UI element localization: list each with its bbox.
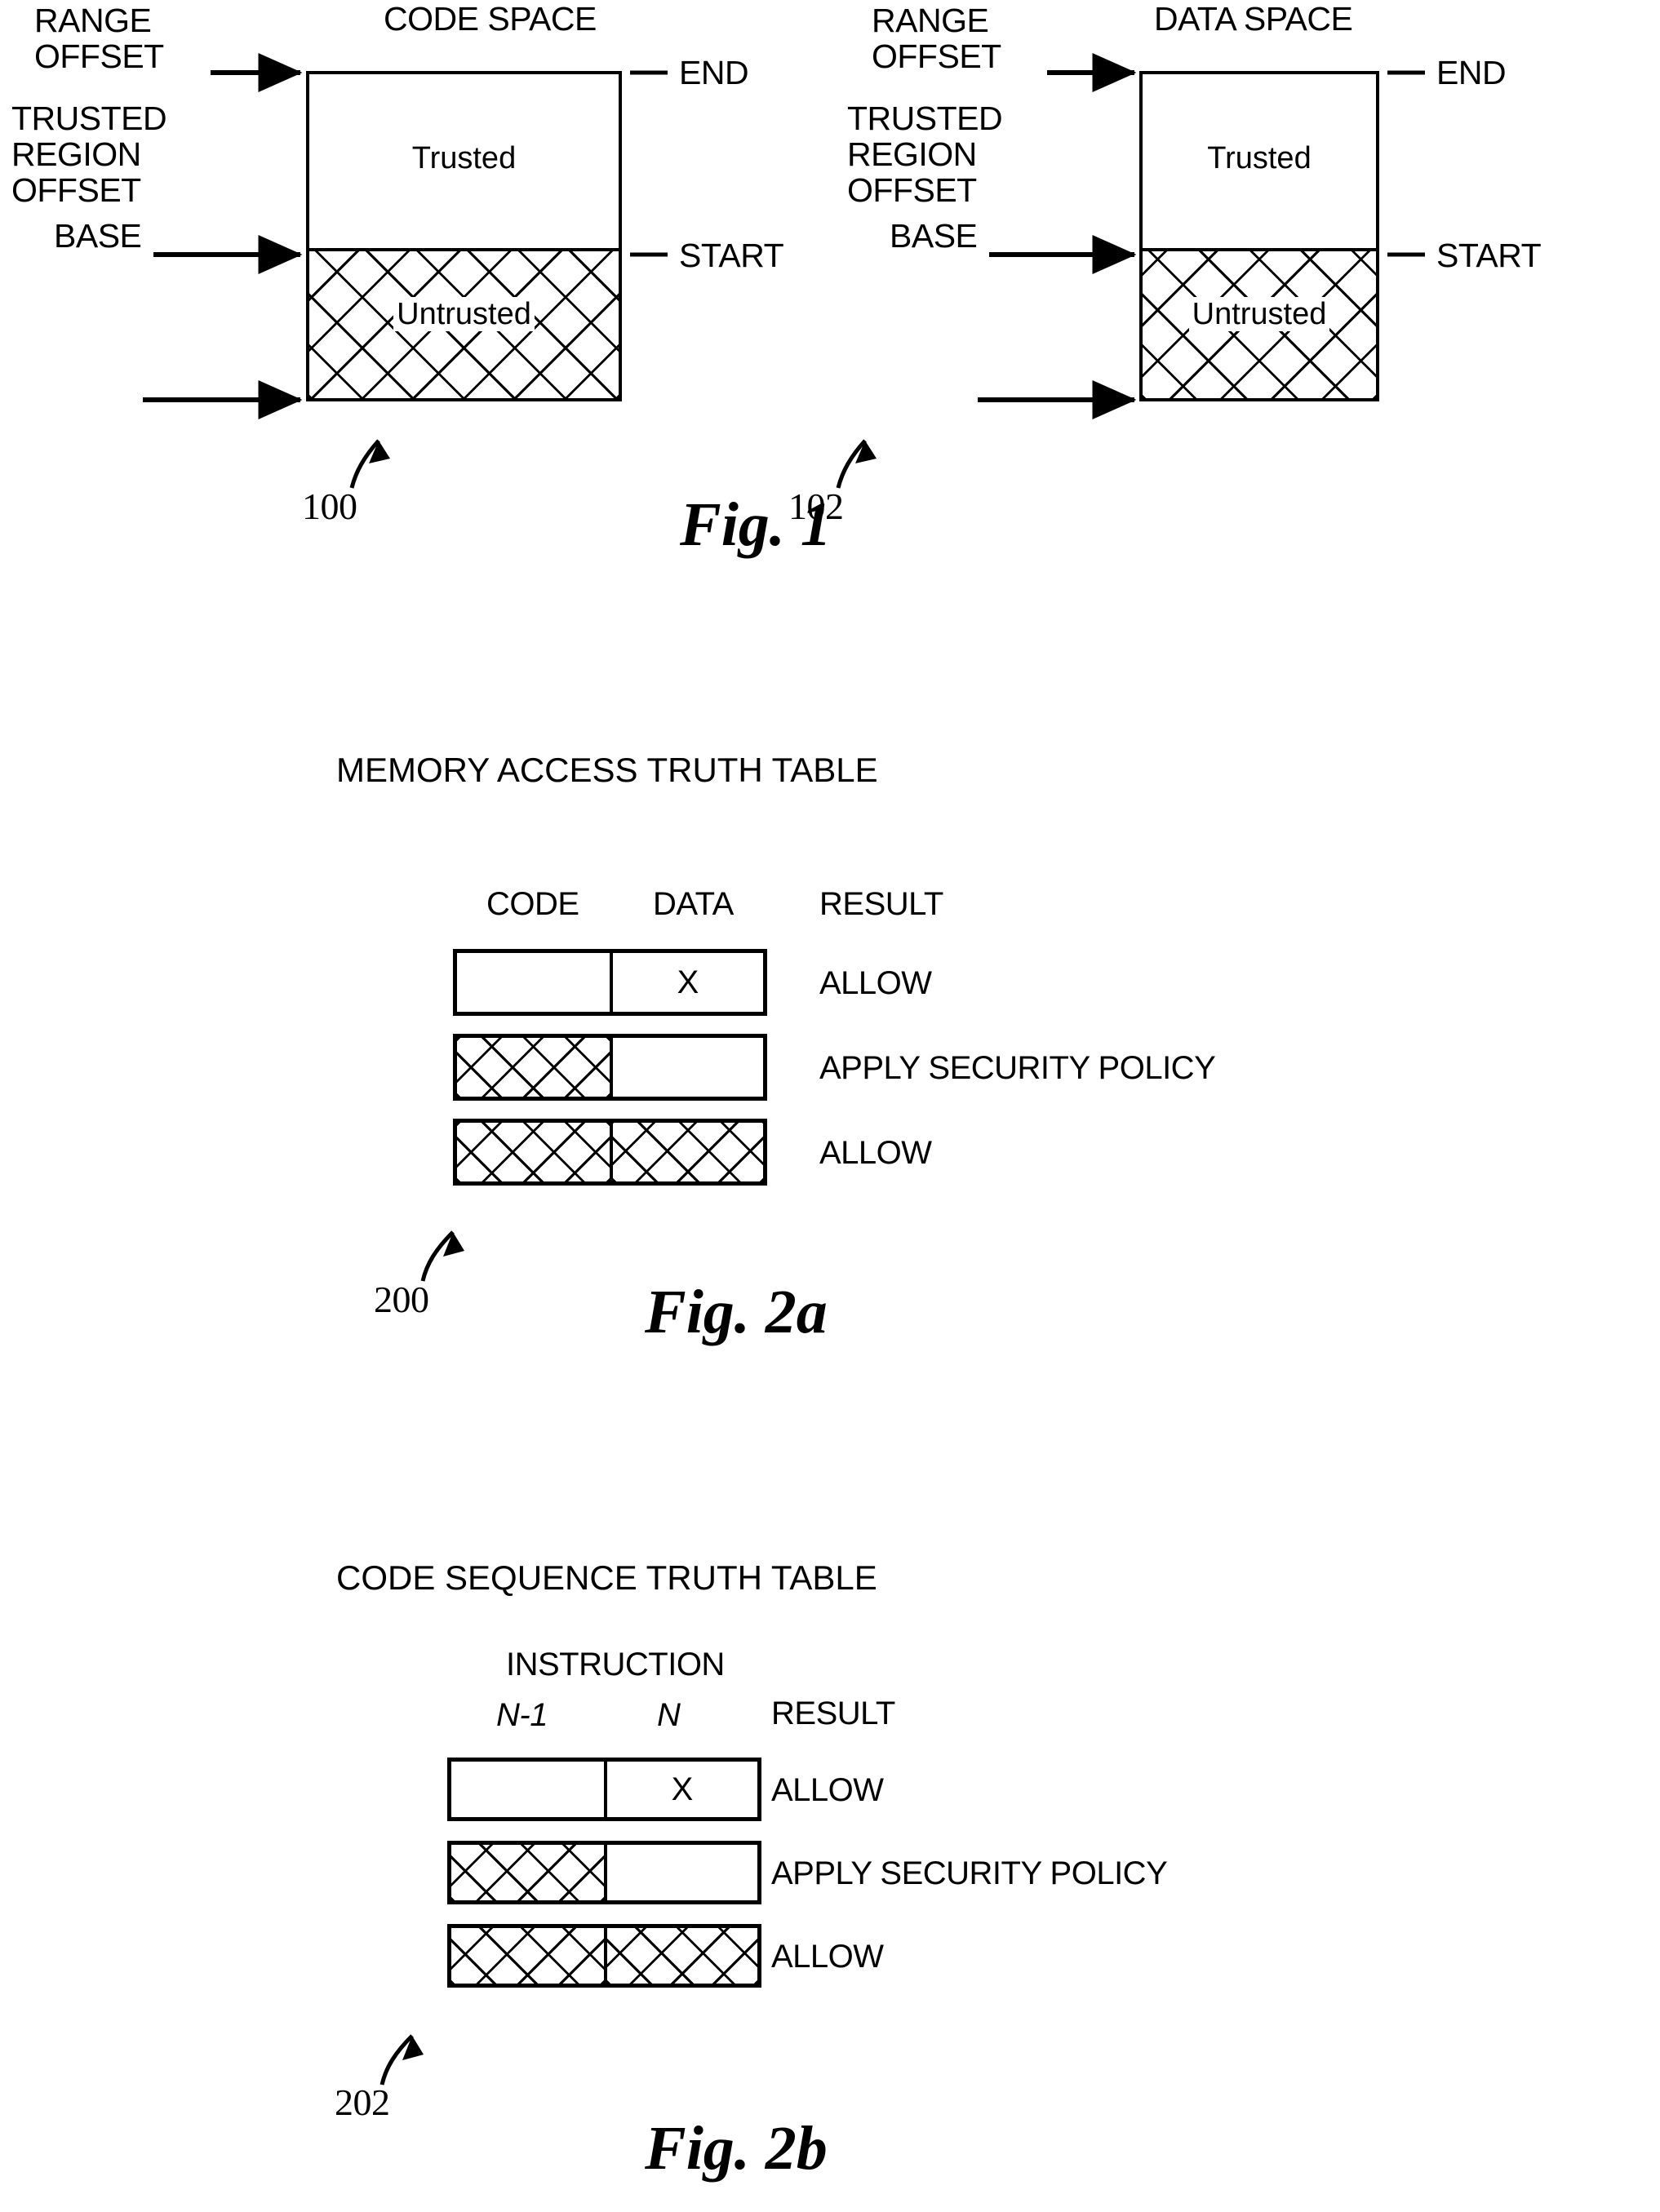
cell-code-r1 — [457, 953, 613, 1012]
ref-200: 200 — [374, 1279, 429, 1320]
table-row — [447, 1841, 761, 1904]
data-untrusted-label-wrap: Untrusted — [1143, 297, 1376, 332]
end-label-code: END — [679, 54, 749, 91]
data-trusted-label: Trusted — [1204, 141, 1315, 175]
table-row — [447, 1924, 761, 1988]
result-r1-2a: ALLOW — [819, 965, 932, 1001]
data-untrusted-label: Untrusted — [1188, 297, 1330, 331]
code-trusted-label-wrap: Trusted — [309, 141, 619, 176]
trusted-region-offset-label-line2: REGION — [11, 135, 141, 173]
data-space-block: Trusted Untrusted — [1139, 71, 1379, 401]
range-offset-label-line2-data: OFFSET — [872, 38, 1001, 75]
cell-code-r2 — [457, 1038, 613, 1097]
range-offset-label-line1: RANGE — [34, 2, 152, 39]
cell-data-r2 — [613, 1038, 763, 1097]
code-untrusted-label: Untrusted — [393, 297, 535, 331]
figure-2b-caption: Fig. 2b — [645, 2114, 828, 2183]
figure-2a-caption: Fig. 2a — [645, 1278, 828, 1346]
code-space-block: Trusted Untrusted — [306, 71, 622, 401]
data-untrusted-region: Untrusted — [1143, 248, 1376, 398]
trusted-region-offset-label-line1-data: TRUSTED — [847, 100, 1003, 137]
result-r3-2b: ALLOW — [771, 1939, 884, 1975]
cell-n-r3 — [606, 1928, 757, 1984]
code-trusted-region: Trusted — [309, 74, 619, 255]
end-label-data: END — [1436, 54, 1507, 91]
result-r2-2b: APPLY SECURITY POLICY — [771, 1855, 1168, 1891]
column-header-result-2a: RESULT — [819, 886, 943, 922]
column-header-result-2b: RESULT — [771, 1696, 895, 1731]
code-space-title: CODE SPACE — [384, 0, 597, 38]
ref-100: 100 — [302, 485, 357, 527]
cell-n1-r3 — [451, 1928, 607, 1984]
trusted-region-offset-label-line3: OFFSET — [11, 171, 141, 209]
ref-202: 202 — [335, 2081, 390, 2123]
start-label-data: START — [1436, 237, 1542, 274]
table-row: X — [447, 1758, 761, 1821]
cell-n-mark-r1: X — [671, 1771, 694, 1807]
range-offset-label-line1-data: RANGE — [872, 2, 989, 39]
trusted-region-offset-label-line3-data: OFFSET — [847, 171, 977, 209]
table-row — [453, 1119, 767, 1186]
table-row — [453, 1034, 767, 1101]
figure-2a-title: MEMORY ACCESS TRUTH TABLE — [336, 751, 878, 789]
cell-n1-r1 — [451, 1762, 607, 1817]
column-header-data: DATA — [653, 886, 734, 922]
cell-n-r2 — [607, 1845, 757, 1900]
figure-2b-title: CODE SEQUENCE TRUTH TABLE — [336, 1558, 877, 1597]
result-r1-2b: ALLOW — [771, 1772, 884, 1808]
patent-figure-sheet: CODE SPACE RANGE OFFSET TRUSTED REGION O… — [0, 0, 1660, 2212]
column-header-code: CODE — [486, 886, 579, 922]
cell-n1-r2 — [451, 1845, 607, 1900]
cell-code-r3 — [457, 1123, 613, 1181]
cell-data-r1: X — [613, 953, 763, 1012]
group-header-instruction: INSTRUCTION — [506, 1647, 725, 1682]
base-label: BASE — [54, 217, 142, 255]
cell-data-r3 — [612, 1123, 763, 1181]
result-r2-2a: APPLY SECURITY POLICY — [819, 1050, 1216, 1086]
cell-data-mark-r1: X — [677, 964, 699, 1000]
trusted-region-offset-label-line1: TRUSTED — [11, 100, 167, 137]
column-header-n: N — [657, 1697, 681, 1733]
cell-n-r1: X — [607, 1762, 757, 1817]
range-offset-label-line2: OFFSET — [34, 38, 164, 75]
result-r3-2a: ALLOW — [819, 1135, 932, 1171]
start-label-code: START — [679, 237, 784, 274]
code-untrusted-label-wrap: Untrusted — [309, 297, 619, 332]
table-row: X — [453, 949, 767, 1016]
data-trusted-label-wrap: Trusted — [1143, 141, 1376, 176]
figure-1-caption: Fig. 1 — [680, 490, 832, 559]
data-space-title: DATA SPACE — [1154, 0, 1353, 38]
code-untrusted-region: Untrusted — [309, 248, 619, 398]
data-trusted-region: Trusted — [1143, 74, 1376, 255]
column-header-n-minus-1: N-1 — [496, 1697, 548, 1733]
code-trusted-label: Trusted — [408, 141, 520, 175]
base-label-data: BASE — [890, 217, 978, 255]
trusted-region-offset-label-line2-data: REGION — [847, 135, 977, 173]
